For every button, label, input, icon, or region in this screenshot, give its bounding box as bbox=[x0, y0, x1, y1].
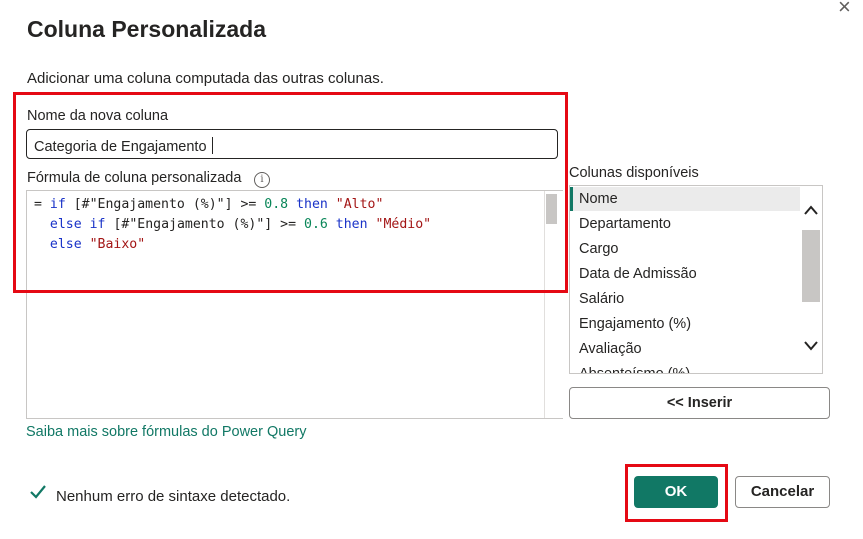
highlight-box-formula bbox=[13, 92, 568, 293]
cancel-button[interactable]: Cancelar bbox=[735, 476, 830, 508]
columns-scrollbar-thumb[interactable] bbox=[802, 230, 820, 302]
column-list-item[interactable]: Engajamento (%) bbox=[570, 312, 800, 336]
chevron-up-icon[interactable] bbox=[800, 203, 822, 219]
dialog-title: Coluna Personalizada bbox=[27, 16, 267, 42]
insert-button[interactable]: << Inserir bbox=[569, 387, 830, 419]
column-list-item[interactable]: Data de Admissão bbox=[570, 262, 800, 286]
column-list-item[interactable]: Departamento bbox=[570, 212, 800, 236]
highlight-box-ok bbox=[625, 464, 728, 522]
column-list-item[interactable]: Absenteísmo (%) bbox=[570, 362, 800, 373]
available-columns-label: Colunas disponíveis bbox=[569, 165, 699, 181]
syntax-status: Nenhum erro de sintaxe detectado. bbox=[56, 488, 291, 505]
column-list-item[interactable]: Cargo bbox=[570, 237, 800, 261]
available-columns-list[interactable]: Nome Departamento Cargo Data de Admissão Sal… bbox=[569, 185, 823, 374]
column-list-item[interactable]: Salário bbox=[570, 287, 800, 311]
column-list-item[interactable]: Nome bbox=[570, 187, 800, 211]
column-list-item[interactable]: Avaliação bbox=[570, 337, 800, 361]
checkmark-icon bbox=[29, 484, 47, 505]
close-icon[interactable]: × bbox=[838, 0, 851, 20]
dialog-description: Adicionar uma coluna computada das outra… bbox=[27, 70, 384, 87]
chevron-down-icon[interactable] bbox=[800, 339, 822, 355]
learn-more-link[interactable]: Saiba mais sobre fórmulas do Power Query bbox=[26, 424, 306, 440]
